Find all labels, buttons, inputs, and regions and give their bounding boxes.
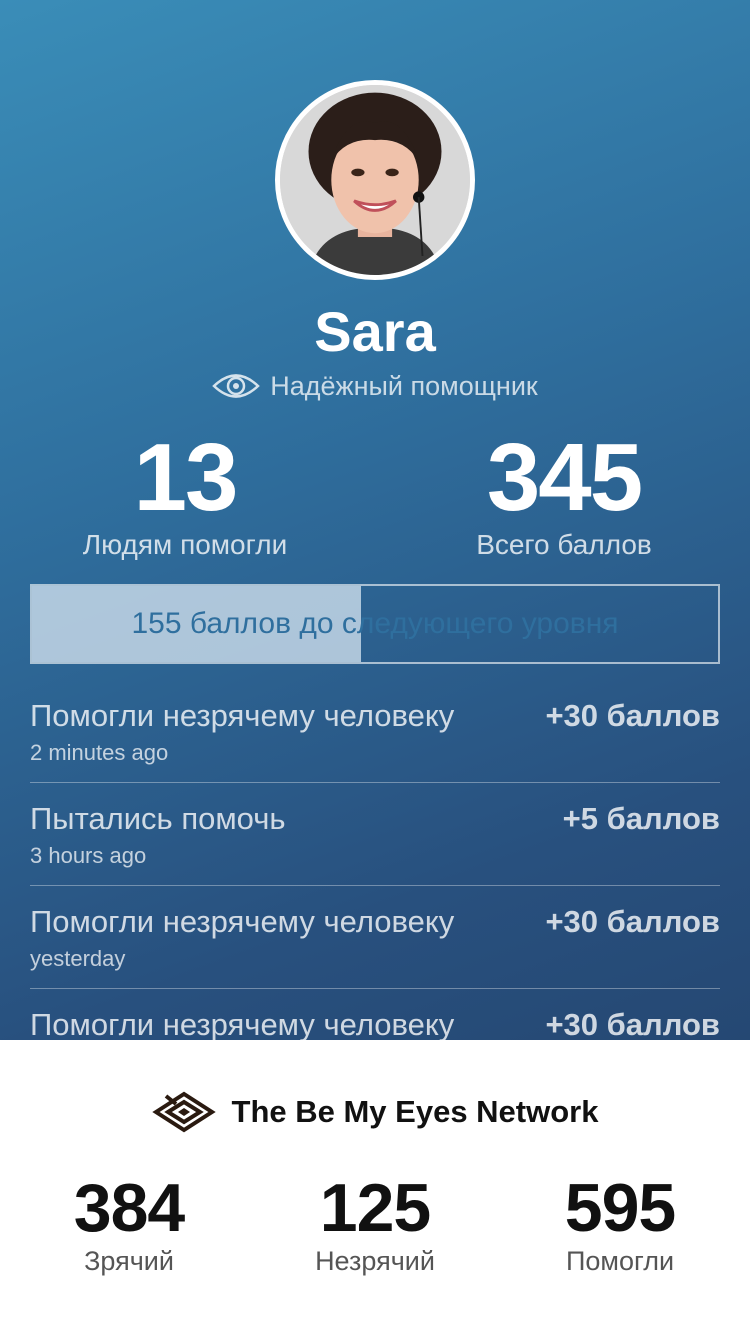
activity-points: +30 баллов bbox=[545, 698, 720, 733]
badge-label: Надёжный помощник bbox=[270, 370, 538, 401]
list-item: Пытались помочь 3 hours ago +5 баллов bbox=[30, 783, 720, 886]
helped-label: Помогли bbox=[565, 1246, 675, 1276]
network-title: The Be My Eyes Network bbox=[231, 1094, 599, 1129]
activity-points: +30 баллов bbox=[545, 1007, 720, 1040]
helper-badge: Надёжный помощник bbox=[0, 366, 750, 406]
network-panel: The Be My Eyes Network 384 Зрячий 125 Не… bbox=[0, 1040, 750, 1334]
list-item: Помогли незрячему человеку yesterday +30… bbox=[30, 886, 720, 989]
helped-value: 595 bbox=[564, 1170, 676, 1246]
people-helped-stat: 13 Людям помогли bbox=[20, 428, 350, 562]
blind-stat: 125 Незрячий bbox=[250, 1172, 500, 1278]
sighted-label: Зрячий bbox=[84, 1246, 174, 1276]
sighted-value: 384 bbox=[73, 1170, 185, 1246]
total-points-stat: 345 Всего баллов bbox=[399, 428, 729, 562]
activity-time: 3 hours ago bbox=[30, 843, 147, 868]
activity-points: +30 баллов bbox=[545, 904, 720, 939]
people-helped-label: Людям помогли bbox=[82, 529, 288, 560]
blind-label: Незрячий bbox=[315, 1246, 435, 1276]
activity-time: 2 minutes ago bbox=[30, 740, 169, 765]
activity-title: Помогли незрячему человеку bbox=[30, 1007, 455, 1040]
list-item: Помогли незрячему человеку +30 баллов bbox=[30, 989, 720, 1040]
level-progress-bar: 155 баллов до следующего уровня bbox=[30, 584, 720, 664]
level-progress-text: 155 баллов до следующего уровня bbox=[131, 607, 619, 640]
profile-panel: Sara Надёжный помощник 13 Людям помогли … bbox=[0, 0, 750, 1040]
total-points-value: 345 bbox=[486, 424, 643, 531]
sighted-stat: 384 Зрячий bbox=[4, 1172, 254, 1278]
eye-icon bbox=[212, 371, 261, 401]
activity-time: yesterday bbox=[30, 946, 126, 971]
network-header: The Be My Eyes Network bbox=[0, 1090, 750, 1134]
list-item: Помогли незрячему человеку 2 minutes ago… bbox=[30, 680, 720, 783]
helped-stat: 595 Помогли bbox=[495, 1172, 745, 1278]
people-helped-value: 13 bbox=[133, 424, 239, 531]
activity-title: Пытались помочь bbox=[30, 801, 286, 836]
total-points-label: Всего баллов bbox=[476, 529, 652, 560]
avatar-image bbox=[280, 85, 470, 275]
activity-title: Помогли незрячему человеку bbox=[30, 698, 455, 733]
be-my-eyes-logo-icon bbox=[151, 1090, 216, 1134]
activity-points: +5 баллов bbox=[562, 801, 720, 836]
blind-value: 125 bbox=[319, 1170, 431, 1246]
activity-feed[interactable]: Помогли незрячему человеку 2 minutes ago… bbox=[30, 680, 720, 1040]
profile-name: Sara bbox=[314, 300, 436, 363]
activity-title: Помогли незрячему человеку bbox=[30, 904, 455, 939]
avatar bbox=[275, 80, 475, 280]
